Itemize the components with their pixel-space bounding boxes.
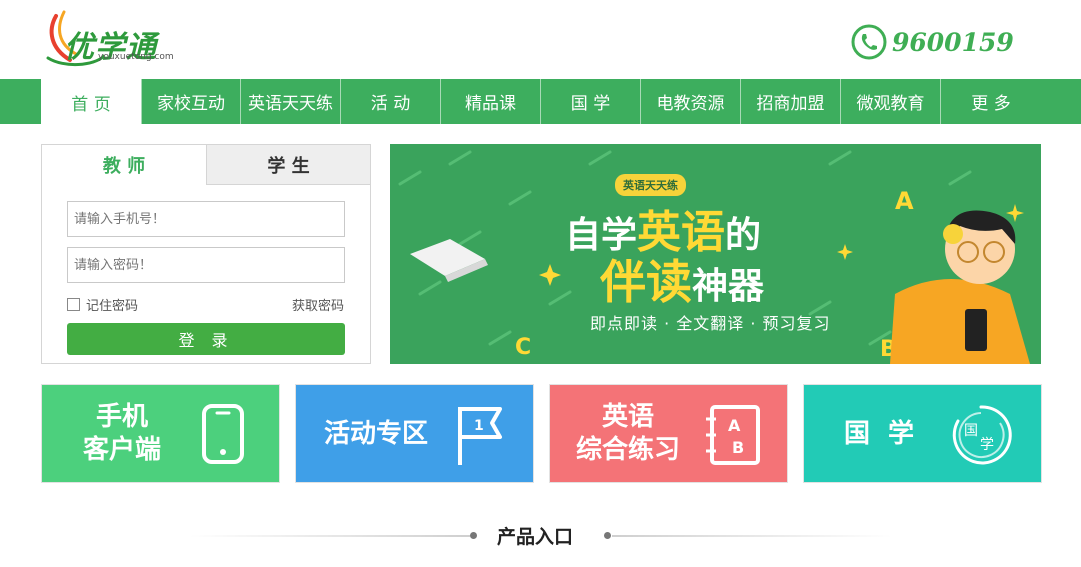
tile-label: 手机 客户端 <box>82 402 161 465</box>
site-logo[interactable]: 优学通 youxuetong.com <box>44 8 204 70</box>
hotline: 9600159 <box>850 20 1014 64</box>
guoxue-icon: 国 学 <box>952 405 1012 465</box>
section-dot-right <box>604 532 611 539</box>
login-button[interactable]: 登 录 <box>67 323 345 355</box>
nav-item-franchise[interactable]: 招商加盟 <box>741 79 841 124</box>
tile-label: 活动专区 <box>323 419 428 449</box>
remember-label: 记住密码 <box>86 299 139 314</box>
tile-label: 国 学 <box>843 419 915 449</box>
nav-item-activities[interactable]: 活 动 <box>341 79 441 124</box>
banner-headline-2: 伴读神器 <box>600 255 765 309</box>
svg-text:A: A <box>728 416 741 435</box>
nav-item-edu-resources[interactable]: 电教资源 <box>641 79 741 124</box>
section-divider-right <box>612 535 892 537</box>
svg-text:1: 1 <box>474 418 484 434</box>
tile-english-practice[interactable]: 英语 综合练习 A B <box>549 384 788 483</box>
flag-icon: 1 <box>458 407 502 465</box>
banner-tag: 英语天天练 <box>615 174 686 196</box>
ab-book-icon: A B <box>706 405 760 465</box>
svg-text:国: 国 <box>964 423 978 439</box>
tile-mobile-client[interactable]: 手机 客户端 <box>41 384 280 483</box>
tab-teacher[interactable]: 教 师 <box>42 145 206 185</box>
password-input[interactable] <box>67 247 345 283</box>
section-title: 产品入口 <box>497 526 574 548</box>
nav-item-premium-courses[interactable]: 精品课 <box>441 79 541 124</box>
hotline-number: 9600159 <box>892 27 1014 57</box>
get-password-link[interactable]: 获取密码 <box>292 295 344 314</box>
tab-student[interactable]: 学 生 <box>206 145 370 185</box>
nav-item-more[interactable]: 更 多 <box>941 79 1041 124</box>
remember-password[interactable]: 记住密码 <box>67 295 138 314</box>
phone-icon <box>851 24 887 60</box>
login-panel: 教 师 学 生 记住密码 获取密码 登 录 <box>41 144 371 364</box>
banner-subtitle: 即点即读 · 全文翻译 · 预习复习 <box>590 314 831 333</box>
tile-label: 英语 综合练习 <box>575 402 680 465</box>
phone-input[interactable] <box>67 201 345 237</box>
svg-text:C: C <box>515 335 531 360</box>
phone-icon <box>202 404 244 464</box>
promo-banner[interactable]: A C B 英语天天练 自学英语的 伴读神器 即点即读 · 全文翻译 · 预习复… <box>390 144 1041 364</box>
section-dot-left <box>470 532 477 539</box>
nav-item-micro-education[interactable]: 微观教育 <box>841 79 941 124</box>
svg-text:A: A <box>895 187 914 215</box>
section-divider-left <box>190 535 470 537</box>
logo-domain: youxuetong.com <box>98 52 174 62</box>
nav-item-guoxue[interactable]: 国 学 <box>541 79 641 124</box>
nav-item-home[interactable]: 首 页 <box>41 79 141 125</box>
nav-item-english-daily[interactable]: 英语天天练 <box>241 79 341 124</box>
remember-checkbox[interactable] <box>67 298 80 311</box>
svg-text:B: B <box>732 438 744 457</box>
nav-item-home-school[interactable]: 家校互动 <box>141 79 241 124</box>
svg-text:学: 学 <box>980 437 994 453</box>
tile-activity-zone[interactable]: 活动专区 1 <box>295 384 534 483</box>
tile-guoxue[interactable]: 国 学 国 学 <box>803 384 1042 483</box>
